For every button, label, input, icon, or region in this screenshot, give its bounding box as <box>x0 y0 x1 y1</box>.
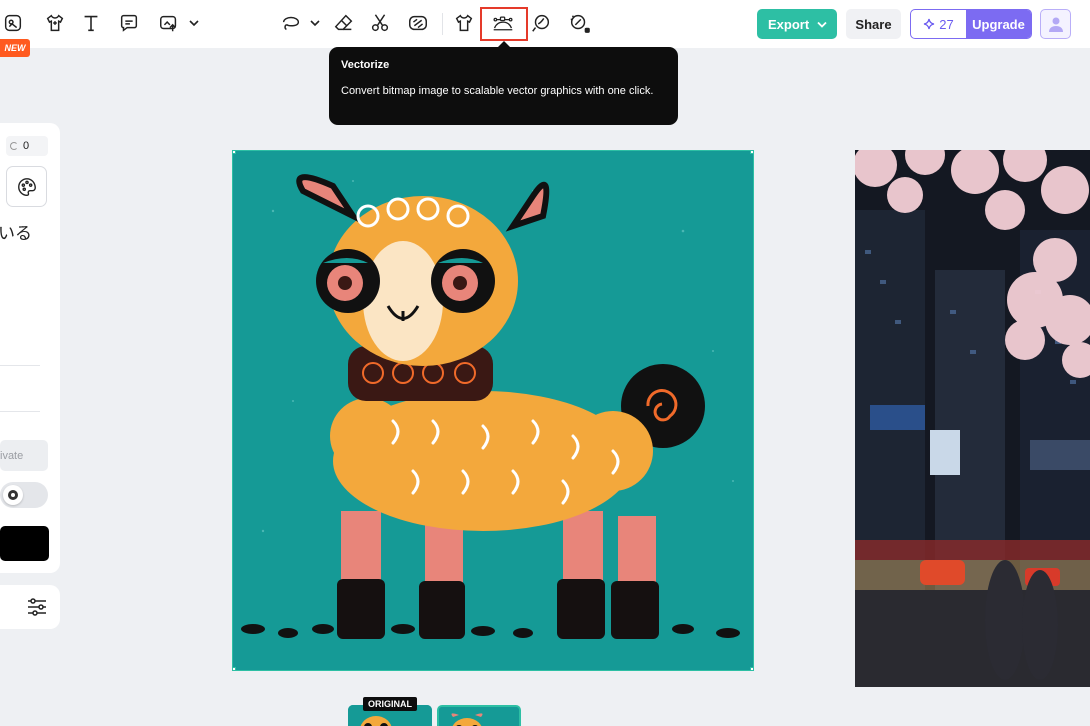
canvas-photo-city[interactable] <box>855 150 1090 687</box>
credits-counter[interactable]: 27 <box>911 10 966 38</box>
scissors-icon[interactable] <box>367 10 393 36</box>
export-label: Export <box>768 16 810 32</box>
magic-brush-icon[interactable] <box>566 10 592 36</box>
erase-bg-icon[interactable] <box>405 10 431 36</box>
chevron-down-icon[interactable] <box>309 14 321 32</box>
number-value: 0 <box>23 140 30 152</box>
resize-handle[interactable] <box>233 667 236 670</box>
adjustments-panel <box>0 585 60 629</box>
thumbnail-image <box>439 707 519 726</box>
generate-button[interactable] <box>0 526 49 561</box>
canvas-image[interactable] <box>232 150 754 671</box>
resize-handle[interactable] <box>750 151 753 154</box>
toggle-switch[interactable] <box>0 482 48 508</box>
shirt-icon[interactable] <box>42 10 68 36</box>
tshirt-icon[interactable] <box>451 10 477 36</box>
prompt-text: いる <box>0 224 32 243</box>
eraser-icon[interactable] <box>331 10 357 36</box>
user-icon <box>1048 17 1063 32</box>
upgrade-button[interactable]: Upgrade <box>966 10 1031 38</box>
comment-icon[interactable] <box>116 10 142 36</box>
left-settings-panel: 0 いる ivate <box>0 123 60 573</box>
toggle-knob <box>3 485 23 505</box>
gear-icon <box>8 490 18 500</box>
thumbnail-vectorized[interactable] <box>437 705 521 726</box>
divider <box>0 365 40 366</box>
retouch-icon[interactable] <box>528 10 554 36</box>
chevron-down-icon <box>817 21 827 28</box>
lasso-icon[interactable] <box>278 10 304 36</box>
palette-icon <box>17 177 36 196</box>
vectorize-icon[interactable] <box>490 10 516 36</box>
vectorize-tooltip: Vectorize Convert bitmap image to scalab… <box>329 41 678 125</box>
upload-icon[interactable] <box>156 10 182 36</box>
image-edit-icon[interactable] <box>0 10 26 36</box>
credits-upgrade-group: 27 Upgrade <box>910 9 1032 39</box>
new-badge: NEW <box>0 39 30 57</box>
chevron-down-icon[interactable] <box>188 14 200 32</box>
sliders-icon[interactable] <box>26 597 48 617</box>
sparkle-icon <box>924 18 935 30</box>
text-icon[interactable] <box>78 10 104 36</box>
tooltip-description: Convert bitmap image to scalable vector … <box>341 85 654 97</box>
credits-count: 27 <box>939 16 954 32</box>
avatar[interactable] <box>1040 9 1071 39</box>
top-toolbar: Export Share 27 Upgrade <box>0 0 1090 48</box>
llama-illustration <box>233 151 753 670</box>
private-button[interactable]: ivate <box>0 440 48 471</box>
divider <box>0 411 40 412</box>
share-button[interactable]: Share <box>846 9 901 39</box>
city-photo <box>855 150 1090 687</box>
number-input[interactable]: 0 <box>6 136 48 156</box>
original-label: ORIGINAL <box>363 697 417 711</box>
toolbar-divider <box>442 13 443 35</box>
tooltip-title: Vectorize <box>341 59 390 71</box>
loading-icon <box>10 142 18 150</box>
resize-handle[interactable] <box>233 151 236 154</box>
palette-button[interactable] <box>6 166 47 207</box>
export-button[interactable]: Export <box>757 9 837 39</box>
resize-handle[interactable] <box>750 667 753 670</box>
